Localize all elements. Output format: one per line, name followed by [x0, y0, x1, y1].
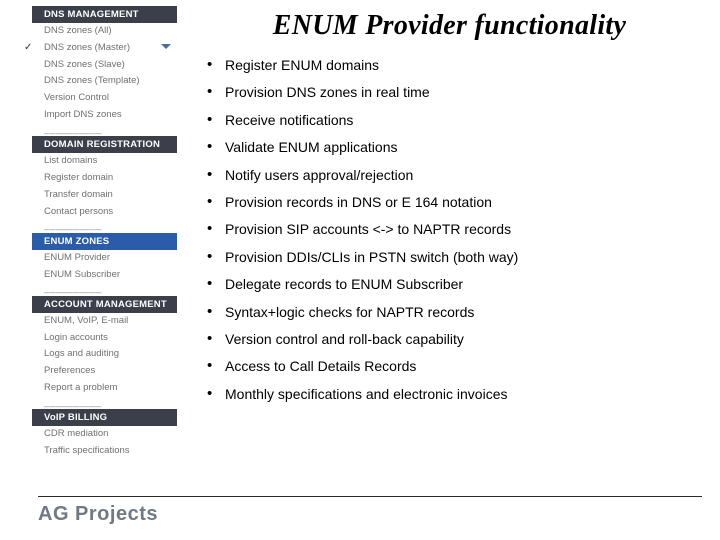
- sidebar-item-register-domain[interactable]: Register domain: [0, 170, 183, 187]
- sidebar-item-dns-zones-slave[interactable]: DNS zones (Slave): [0, 57, 183, 74]
- sidebar-header-voip-billing[interactable]: VoIP BILLING: [32, 409, 177, 426]
- sidebar-item-dns-zones-all[interactable]: DNS zones (All): [0, 23, 183, 40]
- sidebar: DNS MANAGEMENT DNS zones (All) DNS zones…: [0, 0, 183, 540]
- main-content: ENUM Provider functionality Register ENU…: [183, 0, 720, 540]
- sidebar-item-list-domains[interactable]: List domains: [0, 153, 183, 170]
- sidebar-item-enum-subscriber[interactable]: ENUM Subscriber: [0, 267, 183, 284]
- sidebar-item-version-control[interactable]: Version Control: [0, 90, 183, 107]
- sidebar-item-contact-persons[interactable]: Contact persons: [0, 204, 183, 221]
- sidebar-item-enum-voip-email[interactable]: ENUM, VoIP, E-mail: [0, 313, 183, 330]
- list-item: Register ENUM domains: [203, 56, 702, 75]
- list-item: Receive notifications: [203, 111, 702, 130]
- sidebar-item-report-problem[interactable]: Report a problem: [0, 380, 183, 397]
- list-item: Provision DDIs/CLIs in PSTN switch (both…: [203, 248, 702, 267]
- footer-brand: AG Projects: [38, 503, 702, 526]
- bullet-list: Register ENUM domains Provision DNS zone…: [197, 56, 702, 404]
- list-item: Version control and roll-back capability: [203, 330, 702, 349]
- sidebar-item-login-accounts[interactable]: Login accounts: [0, 330, 183, 347]
- list-item: Validate ENUM applications: [203, 138, 702, 157]
- slide: DNS MANAGEMENT DNS zones (All) DNS zones…: [0, 0, 720, 540]
- list-item: Delegate records to ENUM Subscriber: [203, 275, 702, 294]
- sidebar-separator: __________: [0, 124, 183, 136]
- sidebar-header-domain-registration[interactable]: DOMAIN REGISTRATION: [32, 136, 177, 153]
- sidebar-item-transfer-domain[interactable]: Transfer domain: [0, 187, 183, 204]
- list-item: Access to Call Details Records: [203, 357, 702, 376]
- list-item: Notify users approval/rejection: [203, 166, 702, 185]
- list-item: Syntax+logic checks for NAPTR records: [203, 303, 702, 322]
- sidebar-separator: __________: [0, 220, 183, 232]
- sidebar-item-logs-auditing[interactable]: Logs and auditing: [0, 346, 183, 363]
- list-item: Monthly specifications and electronic in…: [203, 385, 702, 404]
- list-item: Provision SIP accounts <-> to NAPTR reco…: [203, 220, 702, 239]
- sidebar-item-dns-zones-template[interactable]: DNS zones (Template): [0, 73, 183, 90]
- list-item: Provision records in DNS or E 164 notati…: [203, 193, 702, 212]
- sidebar-separator: __________: [0, 283, 183, 295]
- sidebar-item-enum-provider[interactable]: ENUM Provider: [0, 250, 183, 267]
- list-item: Provision DNS zones in real time: [203, 83, 702, 102]
- sidebar-item-preferences[interactable]: Preferences: [0, 363, 183, 380]
- sidebar-header-enum-zones[interactable]: ENUM ZONES: [32, 233, 177, 250]
- footer: AG Projects: [38, 496, 702, 526]
- page-title: ENUM Provider functionality: [197, 10, 702, 42]
- sidebar-item-traffic-specs[interactable]: Traffic specifications: [0, 443, 183, 460]
- footer-divider: [38, 496, 702, 497]
- sidebar-item-cdr-mediation[interactable]: CDR mediation: [0, 426, 183, 443]
- sidebar-header-account-management[interactable]: ACCOUNT MANAGEMENT: [32, 296, 177, 313]
- sidebar-separator: __________: [0, 397, 183, 409]
- sidebar-item-dns-zones-master[interactable]: DNS zones (Master): [0, 40, 183, 57]
- sidebar-item-import-dns-zones[interactable]: Import DNS zones: [0, 107, 183, 124]
- sidebar-header-dns-management[interactable]: DNS MANAGEMENT: [32, 6, 177, 23]
